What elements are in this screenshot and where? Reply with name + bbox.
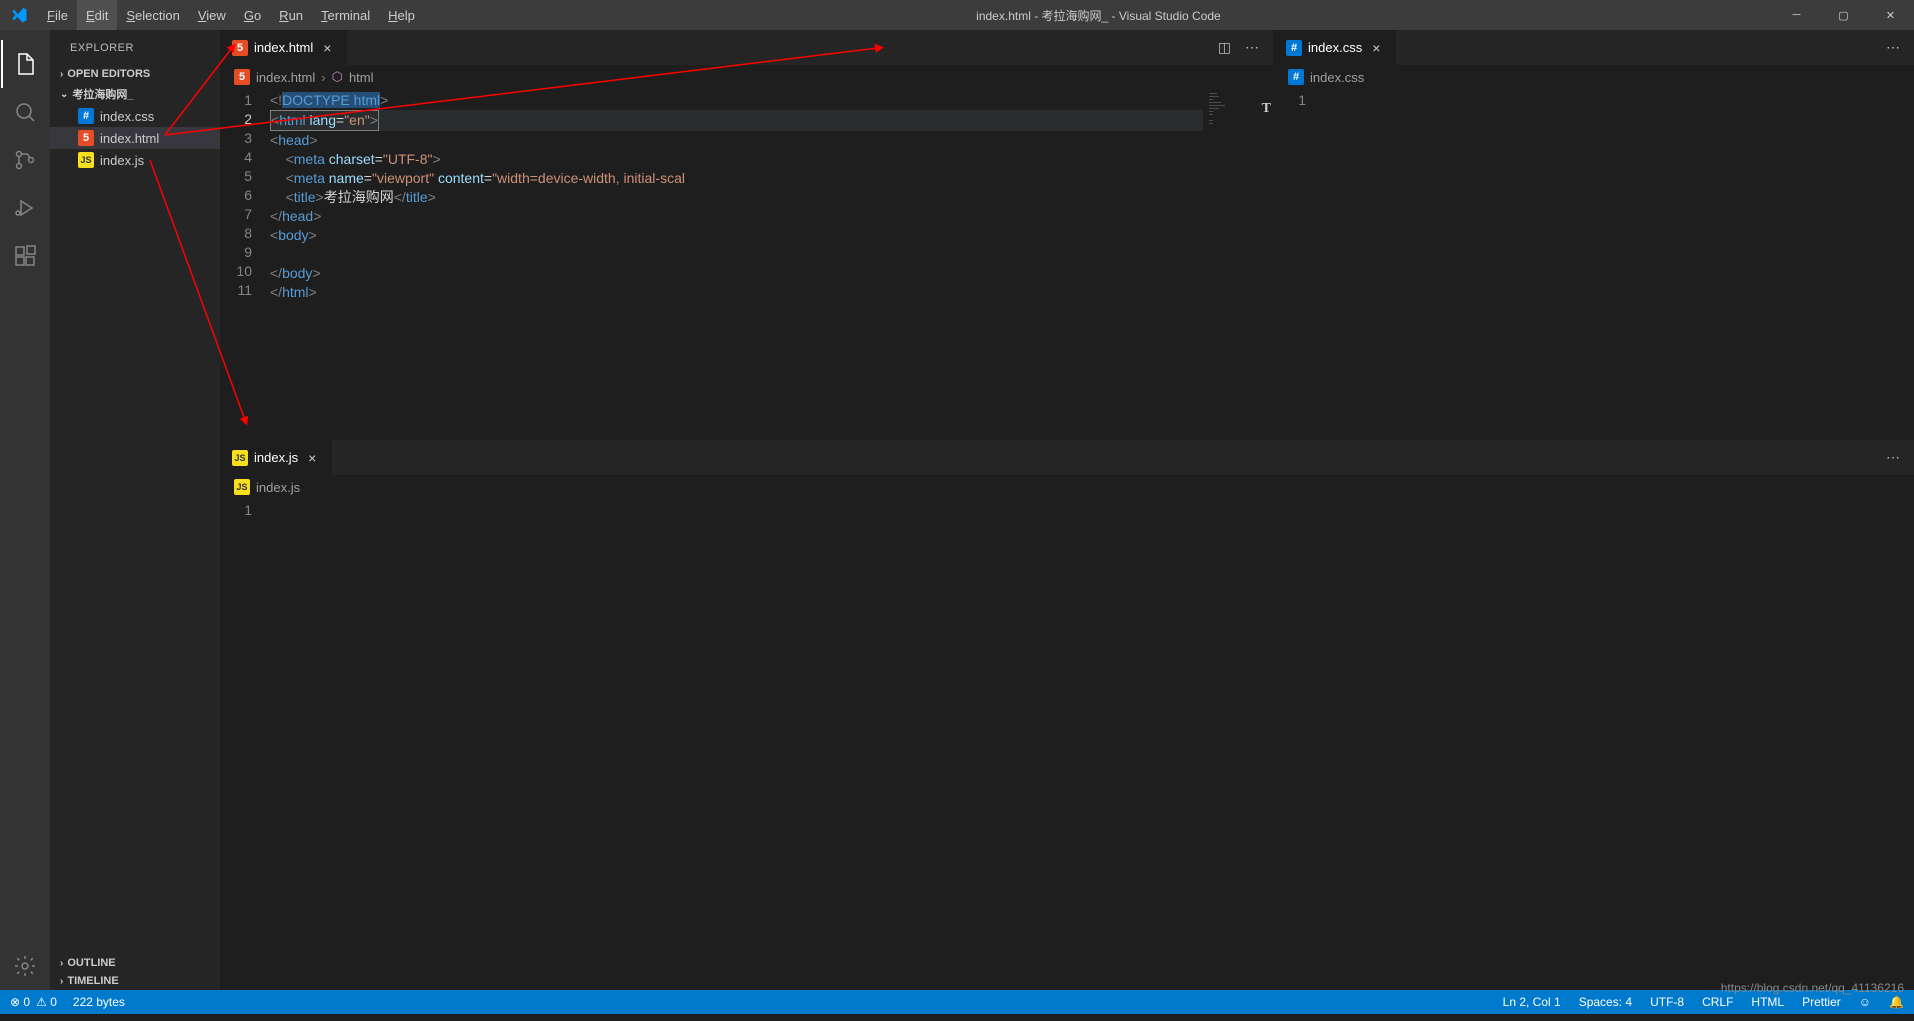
menu-help[interactable]: Help — [379, 0, 424, 30]
code-content[interactable]: <!DOCTYPE html><html lang="en"><head> <m… — [270, 89, 1273, 440]
minimap[interactable]: ▬▬▬▬▬▬▬▬▬▬▬▬▬▬▬▬▬▬▬▬▬▬▬▬▬▬▬▬▬▬▬▬▬▬▬▬▬▬ T — [1203, 89, 1273, 289]
breadcrumb-js[interactable]: JS index.js — [220, 475, 1914, 499]
js-file-icon: JS — [234, 479, 250, 495]
code-editor-css[interactable]: 1 — [1274, 89, 1914, 440]
menu-go[interactable]: Go — [235, 0, 270, 30]
editor-groups: 5 index.html × ◫ ⋯ 5 index.html › ⬡ html — [220, 30, 1914, 990]
file-item-js[interactable]: JSindex.js — [50, 149, 220, 171]
title-bar: File Edit Selection View Go Run Terminal… — [0, 0, 1914, 30]
outline-section[interactable]: ›OUTLINE — [50, 954, 220, 972]
editor-pane-css: # index.css × ⋯ # index.css 1 — [1274, 30, 1914, 440]
code-content[interactable] — [270, 499, 1914, 990]
editor-pane-js: JS index.js × ⋯ JS index.js 1 — [220, 440, 1914, 990]
errors-indicator[interactable]: ⊗ 0 — [10, 995, 30, 1009]
feedback-icon[interactable]: ☺ — [1859, 995, 1871, 1009]
tab-index-css[interactable]: # index.css × — [1274, 30, 1396, 65]
code-editor-js[interactable]: 1 — [220, 499, 1914, 990]
eol[interactable]: CRLF — [1702, 995, 1733, 1009]
css-file-icon: # — [1286, 40, 1302, 56]
menu-selection[interactable]: Selection — [117, 0, 188, 30]
maximize-button[interactable]: ▢ — [1820, 0, 1867, 30]
tab-index-html[interactable]: 5 index.html × — [220, 30, 347, 65]
line-gutter: 1 — [220, 499, 270, 990]
split-editor-icon[interactable]: ◫ — [1218, 39, 1231, 56]
prettier[interactable]: Prettier — [1802, 995, 1841, 1009]
code-content[interactable] — [1324, 89, 1914, 440]
html-file-icon: 5 — [234, 69, 250, 85]
menu-run[interactable]: Run — [270, 0, 312, 30]
menu-bar: File Edit Selection View Go Run Terminal… — [38, 0, 424, 30]
tab-bar-js: JS index.js × ⋯ — [220, 440, 1914, 475]
minimize-button[interactable]: ─ — [1773, 0, 1820, 30]
js-file-icon: JS — [78, 152, 94, 168]
watermark: https://blog.csdn.net/qq_41136216 — [1721, 981, 1904, 995]
window-title: index.html - 考拉海购网_ - Visual Studio Code — [424, 7, 1773, 24]
close-tab-icon[interactable]: × — [1368, 40, 1384, 56]
warnings-indicator[interactable]: ⚠ 0 — [36, 995, 57, 1009]
activity-bar — [0, 30, 50, 990]
explorer-icon[interactable] — [1, 40, 49, 88]
css-file-icon: # — [78, 108, 94, 124]
explorer-sidebar: EXPLORER ›OPEN EDITORS ⌄考拉海购网_ #index.cs… — [50, 30, 220, 990]
extensions-icon[interactable] — [1, 232, 49, 280]
editor-pane-html: 5 index.html × ◫ ⋯ 5 index.html › ⬡ html — [220, 30, 1274, 440]
language-mode[interactable]: HTML — [1751, 995, 1784, 1009]
settings-gear-icon[interactable] — [1, 942, 49, 990]
breadcrumb-html[interactable]: 5 index.html › ⬡ html — [220, 65, 1273, 89]
cursor-position[interactable]: Ln 2, Col 1 — [1503, 995, 1561, 1009]
more-actions-icon[interactable]: ⋯ — [1886, 449, 1900, 466]
close-window-button[interactable]: ✕ — [1867, 0, 1914, 30]
code-editor-html[interactable]: 1234567891011 <!DOCTYPE html><html lang=… — [220, 89, 1273, 440]
status-bar: ⊗ 0 ⚠ 0 222 bytes Ln 2, Col 1 Spaces: 4 … — [0, 990, 1914, 1014]
notifications-icon[interactable]: 🔔 — [1889, 995, 1904, 1009]
timeline-section[interactable]: ›TIMELINE — [50, 972, 220, 990]
js-file-icon: JS — [232, 450, 248, 466]
close-tab-icon[interactable]: × — [304, 450, 320, 466]
menu-terminal[interactable]: Terminal — [312, 0, 379, 30]
project-section[interactable]: ⌄考拉海购网_ — [50, 83, 220, 105]
debug-icon[interactable] — [1, 184, 49, 232]
menu-file[interactable]: File — [38, 0, 77, 30]
indentation[interactable]: Spaces: 4 — [1579, 995, 1632, 1009]
search-icon[interactable] — [1, 88, 49, 136]
file-item-html[interactable]: 5index.html — [50, 127, 220, 149]
open-editors-section[interactable]: ›OPEN EDITORS — [50, 65, 220, 83]
css-file-icon: # — [1288, 69, 1304, 85]
more-actions-icon[interactable]: ⋯ — [1886, 39, 1900, 56]
html-file-icon: 5 — [232, 40, 248, 56]
more-actions-icon[interactable]: ⋯ — [1245, 39, 1259, 56]
menu-edit[interactable]: Edit — [77, 0, 117, 30]
line-gutter: 1 — [1274, 89, 1324, 440]
menu-view[interactable]: View — [189, 0, 235, 30]
tab-bar-css: # index.css × ⋯ — [1274, 30, 1914, 65]
file-item-css[interactable]: #index.css — [50, 105, 220, 127]
tab-index-js[interactable]: JS index.js × — [220, 440, 332, 475]
close-tab-icon[interactable]: × — [319, 40, 335, 56]
tab-bar-html: 5 index.html × ◫ ⋯ — [220, 30, 1273, 65]
encoding[interactable]: UTF-8 — [1650, 995, 1684, 1009]
vscode-logo-icon — [10, 6, 28, 24]
source-control-icon[interactable] — [1, 136, 49, 184]
window-controls: ─ ▢ ✕ — [1773, 0, 1914, 30]
sidebar-header: EXPLORER — [50, 30, 220, 65]
breadcrumb-css[interactable]: # index.css — [1274, 65, 1914, 89]
file-size: 222 bytes — [73, 995, 125, 1009]
html-file-icon: 5 — [78, 130, 94, 146]
line-gutter: 1234567891011 — [220, 89, 270, 440]
